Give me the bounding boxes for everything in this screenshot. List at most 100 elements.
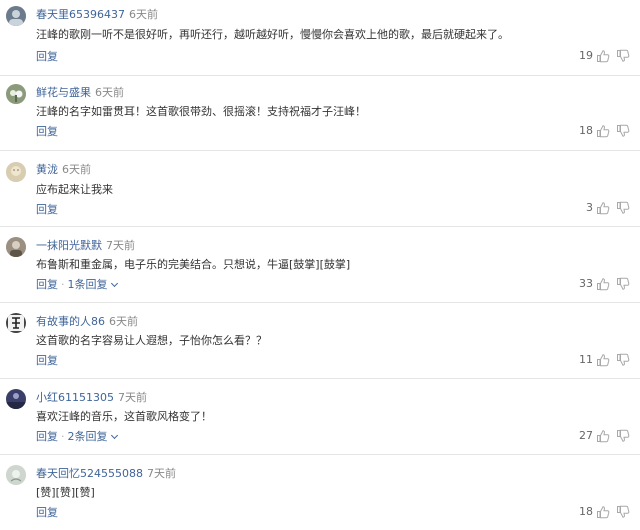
username-link[interactable]: 春天回忆524555088 [36, 467, 143, 480]
vote-controls: 3 [586, 200, 630, 216]
username-link[interactable]: 春天里65396437 [36, 8, 125, 21]
thumbs-up-icon[interactable] [596, 201, 610, 215]
avatar-image-icon [6, 313, 26, 333]
avatar-image-icon [6, 6, 26, 26]
comment-item: 春天回忆524555088 7天前 [赞][赞][赞] 回复 18 [0, 455, 640, 530]
reply-button[interactable]: 回复 [36, 506, 58, 519]
comment-meta: 春天里65396437 6天前 [36, 8, 158, 22]
vote-controls: 18 [579, 504, 630, 520]
comment-text: [赞][赞][赞] [36, 486, 95, 499]
comment-text: 这首歌的名字容易让人遐想，子怡你怎么看？？ [36, 334, 267, 347]
avatar-image-icon [6, 389, 26, 409]
like-count: 33 [579, 277, 593, 290]
comment-actions: 回复 [36, 125, 58, 139]
avatar-image-icon [6, 237, 26, 257]
thumbs-down-icon[interactable] [616, 429, 630, 443]
comment-time: 6天前 [129, 8, 158, 21]
avatar[interactable] [6, 313, 26, 333]
comment-time: 7天前 [147, 467, 176, 480]
like-count: 11 [579, 353, 593, 366]
comment-actions: 回复 [36, 506, 58, 520]
comment-meta: 有故事的人86 6天前 [36, 315, 138, 329]
comment-meta: 一抹阳光默默 7天前 [36, 239, 135, 253]
comment-text: 喜欢汪峰的音乐，这首歌风格变了！ [36, 410, 212, 423]
username-link[interactable]: 有故事的人86 [36, 315, 105, 328]
comment-time: 7天前 [118, 391, 147, 404]
view-replies-link[interactable]: 1条回复 [67, 278, 118, 291]
username-link[interactable]: 黄泷 [36, 163, 58, 176]
replies-count-label: 1条回复 [67, 278, 108, 291]
comment-meta: 小红61151305 7天前 [36, 391, 147, 405]
view-replies-link[interactable]: 2条回复 [67, 430, 118, 443]
comment-text: 布鲁斯和重金属，电子乐的完美结合。只想说，牛逼[鼓掌][鼓掌] [36, 258, 351, 271]
action-separator: · [61, 430, 65, 443]
thumbs-up-icon[interactable] [596, 49, 610, 63]
thumbs-down-icon[interactable] [616, 124, 630, 138]
comment-list: 春天里65396437 6天前 汪峰的歌刚一听不是很好听，再听还行，越听越好听，慢… [0, 0, 640, 530]
like-count: 18 [579, 505, 593, 518]
comment-item: 鲜花与盛果 6天前 汪峰的名字如雷贯耳！这首歌很带劲、很摇滚！支持祝福才子汪峰！ … [0, 76, 640, 151]
thumbs-up-icon[interactable] [596, 353, 610, 367]
reply-button[interactable]: 回复 [36, 50, 58, 63]
username-link[interactable]: 一抹阳光默默 [36, 239, 102, 252]
like-count: 18 [579, 124, 593, 137]
avatar[interactable] [6, 84, 26, 104]
thumbs-down-icon[interactable] [616, 353, 630, 367]
comment-time: 6天前 [62, 163, 91, 176]
comment-actions: 回复 [36, 354, 58, 368]
reply-button[interactable]: 回复 [36, 278, 58, 291]
comment-meta: 黄泷 6天前 [36, 163, 91, 177]
reply-button[interactable]: 回复 [36, 203, 58, 216]
comment-item: 春天里65396437 6天前 汪峰的歌刚一听不是很好听，再听还行，越听越好听，慢… [0, 0, 640, 76]
reply-button[interactable]: 回复 [36, 125, 58, 138]
comment-actions: 回复 · 1条回复 [36, 278, 118, 292]
comment-time: 6天前 [95, 86, 124, 99]
avatar[interactable] [6, 6, 26, 26]
reply-button[interactable]: 回复 [36, 354, 58, 367]
avatar[interactable] [6, 389, 26, 409]
thumbs-up-icon[interactable] [596, 277, 610, 291]
comment-text: 应布起来让我来 [36, 183, 113, 196]
thumbs-down-icon[interactable] [616, 49, 630, 63]
comment-time: 6天前 [109, 315, 138, 328]
comment-item: 黄泷 6天前 应布起来让我来 回复 3 [0, 151, 640, 227]
replies-count-label: 2条回复 [67, 430, 108, 443]
avatar-image-icon [6, 84, 26, 104]
comment-meta: 春天回忆524555088 7天前 [36, 467, 176, 481]
thumbs-up-icon[interactable] [596, 429, 610, 443]
username-link[interactable]: 小红61151305 [36, 391, 114, 404]
avatar[interactable] [6, 465, 26, 485]
comment-time: 7天前 [106, 239, 135, 252]
chevron-down-icon [110, 431, 118, 440]
comment-item: 一抹阳光默默 7天前 布鲁斯和重金属，电子乐的完美结合。只想说，牛逼[鼓掌][鼓掌… [0, 227, 640, 303]
vote-controls: 11 [579, 352, 630, 368]
avatar-image-icon [6, 162, 26, 182]
action-separator: · [61, 278, 65, 291]
avatar[interactable] [6, 237, 26, 257]
comment-actions: 回复 · 2条回复 [36, 430, 118, 444]
reply-button[interactable]: 回复 [36, 430, 58, 443]
thumbs-down-icon[interactable] [616, 277, 630, 291]
chevron-down-icon [110, 279, 118, 288]
comment-actions: 回复 [36, 50, 58, 64]
like-count: 3 [586, 201, 593, 214]
vote-controls: 33 [579, 276, 630, 292]
vote-controls: 19 [579, 48, 630, 64]
username-link[interactable]: 鲜花与盛果 [36, 86, 91, 99]
comment-meta: 鲜花与盛果 6天前 [36, 86, 124, 100]
like-count: 19 [579, 49, 593, 62]
thumbs-up-icon[interactable] [596, 505, 610, 519]
vote-controls: 18 [579, 123, 630, 139]
avatar[interactable] [6, 162, 26, 182]
comment-text: 汪峰的名字如雷贯耳！这首歌很带劲、很摇滚！支持祝福才子汪峰！ [36, 105, 366, 118]
comment-text: 汪峰的歌刚一听不是很好听，再听还行，越听越好听，慢慢你会喜欢上他的歌，最后就硬起… [36, 28, 509, 41]
thumbs-down-icon[interactable] [616, 505, 630, 519]
comment-actions: 回复 [36, 203, 58, 217]
thumbs-down-icon[interactable] [616, 201, 630, 215]
comment-item: 小红61151305 7天前 喜欢汪峰的音乐，这首歌风格变了！ 回复 · 2条回复 2… [0, 379, 640, 455]
avatar-image-icon [6, 465, 26, 485]
thumbs-up-icon[interactable] [596, 124, 610, 138]
like-count: 27 [579, 429, 593, 442]
vote-controls: 27 [579, 428, 630, 444]
comment-item: 有故事的人86 6天前 这首歌的名字容易让人遐想，子怡你怎么看？？ 回复 11 [0, 303, 640, 379]
